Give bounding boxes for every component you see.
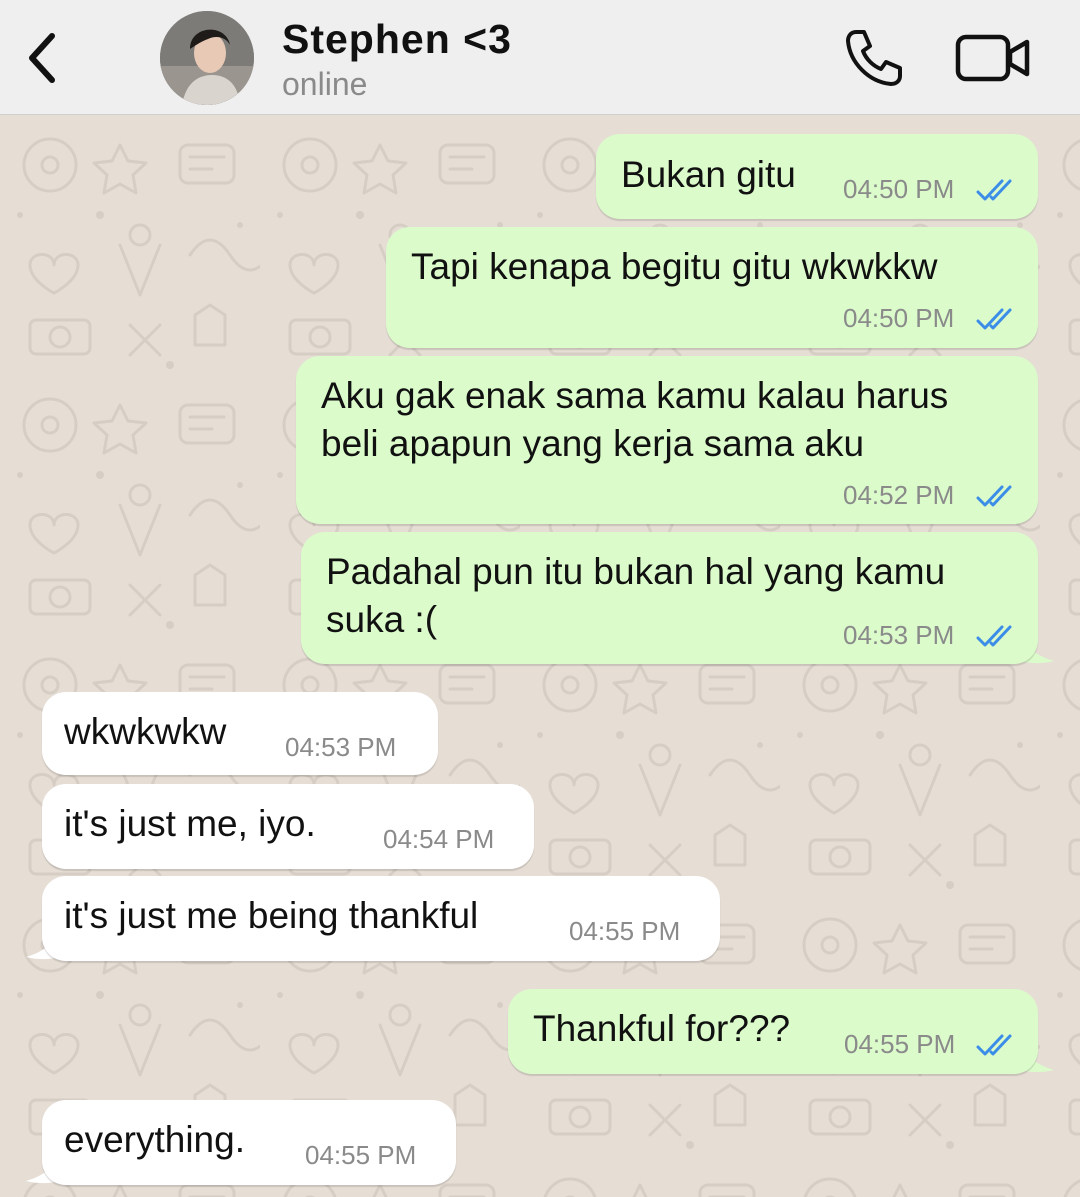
read-receipt-icon: [976, 625, 1012, 647]
chat-area[interactable]: Bukan gitu 04:50 PM Tapi kenapa begitu g…: [0, 115, 1080, 1197]
message-time: 04:52 PM: [843, 480, 955, 510]
message-text: everything.: [64, 1119, 245, 1160]
phone-icon: [846, 30, 902, 86]
message-bubble-outgoing[interactable]: Thankful for??? 04:55 PM: [508, 989, 1038, 1074]
message-time: 04:54 PM: [383, 824, 495, 854]
message-bubble-incoming[interactable]: wkwkwkw 04:53 PM: [42, 692, 438, 775]
message-bubble-incoming[interactable]: everything. 04:55 PM: [42, 1100, 456, 1185]
message-text: Aku gak enak sama kamu kalau harus beli …: [321, 375, 949, 464]
avatar[interactable]: [160, 11, 254, 105]
message-bubble-outgoing[interactable]: Padahal pun itu bukan hal yang kamu suka…: [301, 532, 1038, 664]
message-text: Thankful for???: [533, 1008, 791, 1049]
chevron-left-icon: [29, 33, 55, 83]
voice-call-button[interactable]: [842, 26, 906, 90]
message-text: wkwkwkw: [64, 711, 227, 752]
message-time: 04:55 PM: [569, 916, 681, 946]
message-text: Tapi kenapa begitu gitu wkwkkw: [411, 246, 938, 287]
message-text: it's just me, iyo.: [64, 803, 316, 844]
message-bubble-outgoing[interactable]: Aku gak enak sama kamu kalau harus beli …: [296, 356, 1038, 524]
message-time: 04:53 PM: [843, 620, 955, 650]
message-bubble-outgoing[interactable]: Tapi kenapa begitu gitu wkwkkw 04:50 PM: [386, 227, 1038, 348]
read-receipt-icon: [976, 1034, 1012, 1056]
contact-status: online: [282, 66, 368, 102]
message-time: 04:50 PM: [843, 303, 955, 333]
message-time: 04:50 PM: [843, 174, 955, 204]
video-call-button[interactable]: [955, 32, 1031, 84]
message-time: 04:55 PM: [844, 1029, 956, 1059]
back-button[interactable]: [14, 24, 70, 92]
message-time: 04:53 PM: [285, 732, 397, 762]
message-bubble-incoming[interactable]: it's just me being thankful 04:55 PM: [42, 876, 720, 961]
read-receipt-icon: [976, 485, 1012, 507]
message-bubble-incoming[interactable]: it's just me, iyo. 04:54 PM: [42, 784, 534, 869]
message-bubble-outgoing[interactable]: Bukan gitu 04:50 PM: [596, 134, 1038, 219]
message-text: it's just me being thankful: [64, 895, 479, 936]
message-text: Bukan gitu: [621, 154, 796, 195]
message-time: 04:55 PM: [305, 1140, 417, 1170]
read-receipt-icon: [976, 308, 1012, 330]
contact-name[interactable]: Stephen <3: [282, 16, 512, 63]
chat-header: Stephen <3 online: [0, 0, 1080, 115]
read-receipt-icon: [976, 179, 1012, 201]
video-camera-icon: [955, 34, 1030, 82]
